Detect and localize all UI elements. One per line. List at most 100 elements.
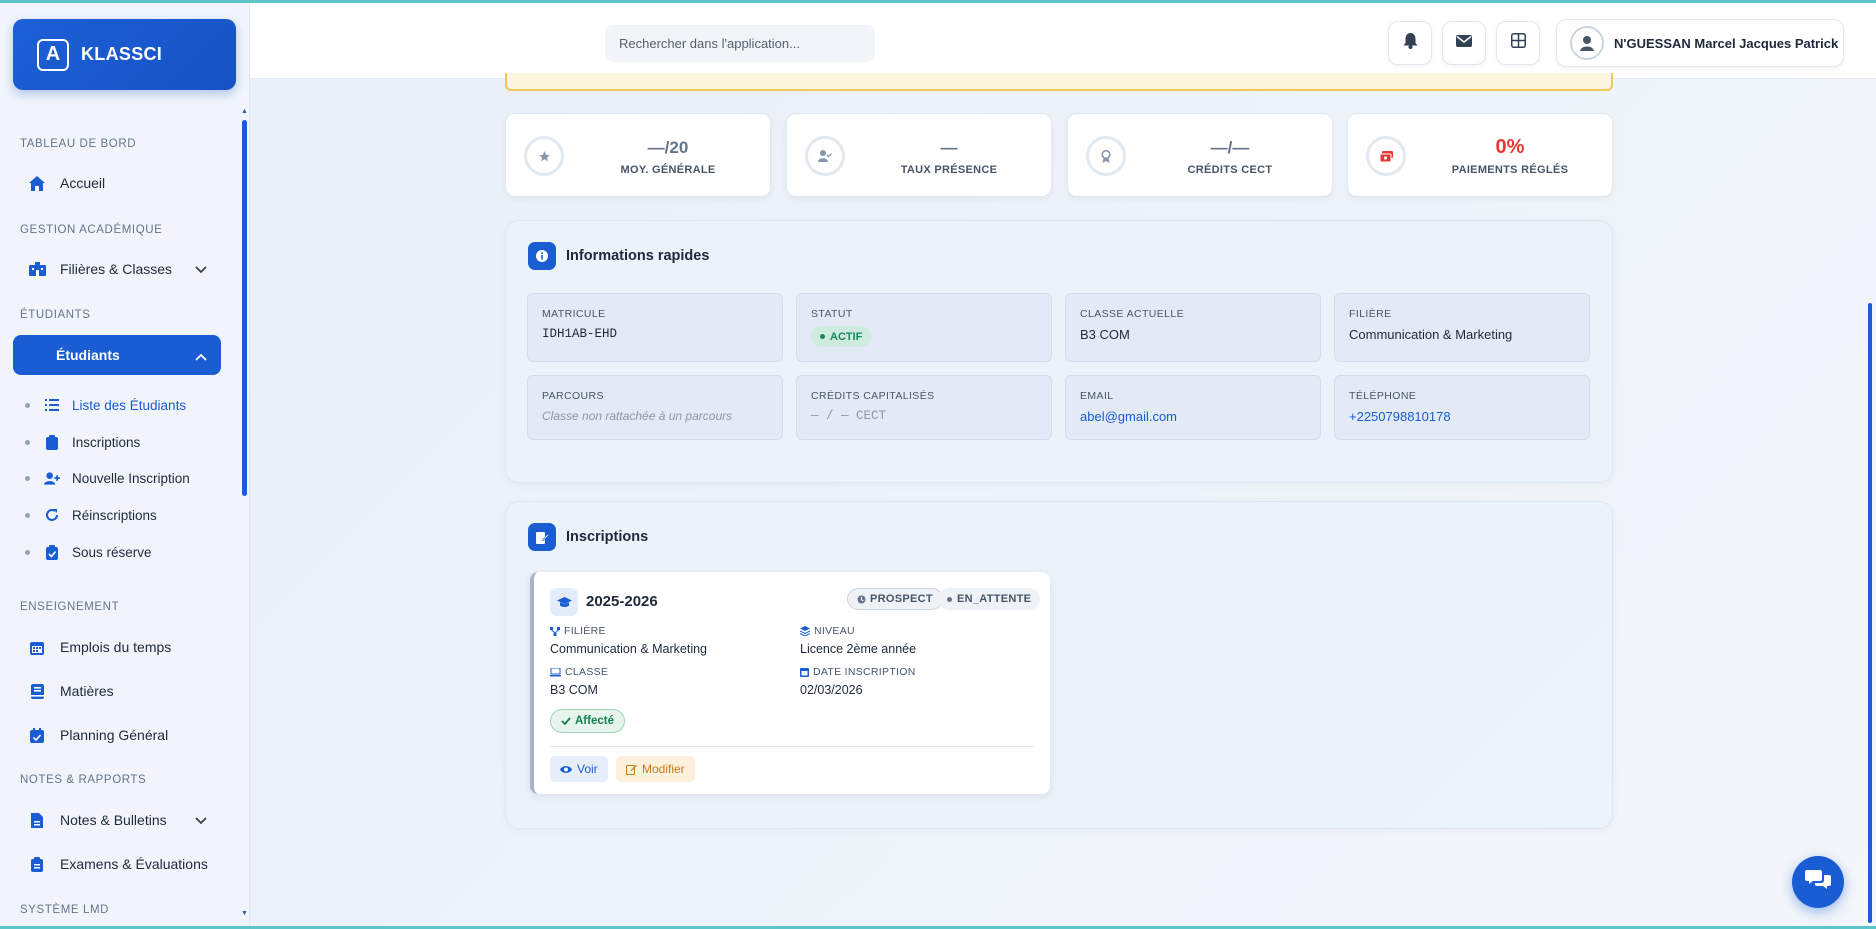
button-label: Modifier xyxy=(642,762,685,776)
sidebar-scrollbar[interactable] xyxy=(242,120,247,496)
sidebar-item-label: Liste des Étudiants xyxy=(72,397,187,413)
inscriptions-panel: Inscriptions 2025-2026 PROSPECT EN_ATTEN… xyxy=(505,501,1613,829)
sidebar-item-label: Matières xyxy=(60,683,114,699)
info-filiere: FILIÈRE Communication & Marketing xyxy=(1334,293,1590,362)
edit-document-icon xyxy=(528,523,556,551)
status-text: ACTIF xyxy=(830,330,863,343)
bullet-dot xyxy=(25,512,30,518)
sidebar-subitem-sous-reserve[interactable]: Sous réserve xyxy=(25,538,225,566)
info-label: TÉLÉPHONE xyxy=(1349,390,1417,402)
field-label: CLASSE xyxy=(565,666,609,678)
clipboard-icon xyxy=(44,434,60,450)
sidebar-item-examens[interactable]: Examens & Évaluations xyxy=(13,846,221,882)
building-icon xyxy=(28,260,46,278)
sidebar-item-planning[interactable]: Planning Général xyxy=(13,717,221,753)
info-email: EMAIL abel@gmail.com xyxy=(1065,375,1321,440)
scroll-up-arrow[interactable]: ▲ xyxy=(241,108,248,115)
chat-button[interactable] xyxy=(1792,856,1844,908)
field-value-niveau: Licence 2ème année xyxy=(800,642,917,656)
edit-icon xyxy=(626,764,637,775)
avatar xyxy=(1570,26,1604,60)
section-academic: GESTION ACADÉMIQUE xyxy=(20,224,163,236)
info-statut: STATUT ACTIF xyxy=(796,293,1052,362)
field-value-classe: B3 COM xyxy=(550,683,598,697)
eye-icon xyxy=(560,765,572,773)
affecte-badge: Affecté xyxy=(550,709,625,733)
page-scrollbar[interactable] xyxy=(1868,303,1872,923)
sidebar-item-matieres[interactable]: Matières xyxy=(13,673,221,709)
section-dashboard: TABLEAU DE BORD xyxy=(20,138,137,150)
graduation-cap-icon xyxy=(550,588,578,616)
field-label-classe: CLASSE xyxy=(550,666,608,678)
badge-text: EN_ATTENTE xyxy=(957,593,1032,605)
info-parcours: PARCOURS Classe non rattachée à un parco… xyxy=(527,375,783,440)
notifications-button[interactable] xyxy=(1388,21,1432,65)
sidebar-subitem-liste[interactable]: Liste des Étudiants xyxy=(25,391,225,419)
scroll-down-arrow[interactable]: ▼ xyxy=(241,910,248,917)
info-telephone: TÉLÉPHONE +2250798810178 xyxy=(1334,375,1590,440)
sidebar-subitem-inscriptions[interactable]: Inscriptions xyxy=(25,428,225,456)
sidebar-subitem-nouvelle[interactable]: Nouvelle Inscription xyxy=(25,464,225,492)
logo-icon: A xyxy=(37,38,69,71)
info-classe: CLASSE ACTUELLE B3 COM xyxy=(1065,293,1321,362)
info-value: B3 COM xyxy=(1080,327,1130,342)
type-badge: PROSPECT xyxy=(847,588,943,610)
grid-icon xyxy=(1510,33,1526,53)
app-name: KLASSCI xyxy=(81,44,163,64)
field-value-filiere: Communication & Marketing xyxy=(550,642,708,656)
messages-button[interactable] xyxy=(1442,21,1486,65)
stat-label: PAIEMENTS RÉGLÉS xyxy=(1451,164,1569,176)
sidebar-item-accueil[interactable]: Accueil xyxy=(13,165,221,201)
sidebar-item-notes-bulletins[interactable]: Notes & Bulletins xyxy=(13,802,221,838)
stat-card-presence: — TAUX PRÉSENCE xyxy=(786,113,1052,197)
field-label: NIVEAU xyxy=(814,625,855,637)
apps-button[interactable] xyxy=(1496,21,1540,65)
clipboard-list-icon xyxy=(28,855,46,873)
field-label-niveau: NIVEAU xyxy=(800,625,855,637)
app-logo[interactable]: A KLASSCI xyxy=(13,19,236,90)
info-label: CRÉDITS CAPITALISÉS xyxy=(811,390,935,402)
email-link[interactable]: abel@gmail.com xyxy=(1080,409,1177,424)
sidebar-item-label: Filières & Classes xyxy=(60,261,173,277)
clipboard-check-icon xyxy=(44,544,60,560)
sidebar-item-label: Réinscriptions xyxy=(72,507,157,523)
section-lmd: SYSTÈME LMD xyxy=(20,904,110,916)
stat-value: —/— xyxy=(1210,138,1250,157)
edit-button[interactable]: Modifier xyxy=(616,756,695,782)
sidebar-item-etudiants[interactable]: Étudiants xyxy=(13,335,221,375)
sidebar-item-label: Sous réserve xyxy=(72,544,152,560)
sidebar-item-emplois[interactable]: Emplois du temps xyxy=(13,629,221,665)
sidebar-item-label: Notes & Bulletins xyxy=(60,812,167,828)
phone-link[interactable]: +2250798810178 xyxy=(1349,409,1451,424)
envelope-icon xyxy=(1456,34,1472,52)
info-value: Classe non rattachée à un parcours xyxy=(542,409,733,423)
book-icon xyxy=(28,682,46,700)
chevron-down-icon xyxy=(195,261,207,277)
home-icon xyxy=(28,174,46,192)
stat-card-credits: —/— CRÉDITS CECT xyxy=(1067,113,1333,197)
field-label-date: DATE INSCRIPTION xyxy=(800,666,916,678)
sidebar-item-label: Inscriptions xyxy=(72,434,141,450)
quick-info-panel: Informations rapides MATRICULE IDH1AB-EH… xyxy=(505,220,1613,483)
sidebar-subitem-reinscriptions[interactable]: Réinscriptions xyxy=(25,501,225,529)
section-students: ÉTUDIANTS xyxy=(20,309,91,321)
sidebar-item-label: Accueil xyxy=(60,175,106,191)
view-button[interactable]: Voir xyxy=(550,756,608,782)
field-label: FILIÈRE xyxy=(564,625,606,637)
field-label-filiere: FILIÈRE xyxy=(550,625,606,637)
sidebar: A KLASSCI TABLEAU DE BORD Accueil GESTIO… xyxy=(0,3,250,926)
search-input[interactable] xyxy=(605,25,875,62)
sidebar-item-label: Emplois du temps xyxy=(60,639,172,655)
stat-value: —/20 xyxy=(647,138,689,157)
chat-icon xyxy=(1805,869,1831,896)
stat-label: MOY. GÉNÉRALE xyxy=(620,164,716,176)
academic-year: 2025-2026 xyxy=(586,593,658,610)
award-icon xyxy=(1086,136,1126,176)
user-menu[interactable]: N'GUESSAN Marcel Jacques Patrick xyxy=(1556,19,1844,67)
panel-title: Informations rapides xyxy=(566,248,710,264)
sidebar-item-filieres[interactable]: Filières & Classes xyxy=(13,251,221,287)
sidebar-item-label: Planning Général xyxy=(60,727,169,743)
info-label: STATUT xyxy=(811,308,853,320)
button-label: Voir xyxy=(577,762,598,776)
stat-label: CRÉDITS CECT xyxy=(1187,164,1273,176)
